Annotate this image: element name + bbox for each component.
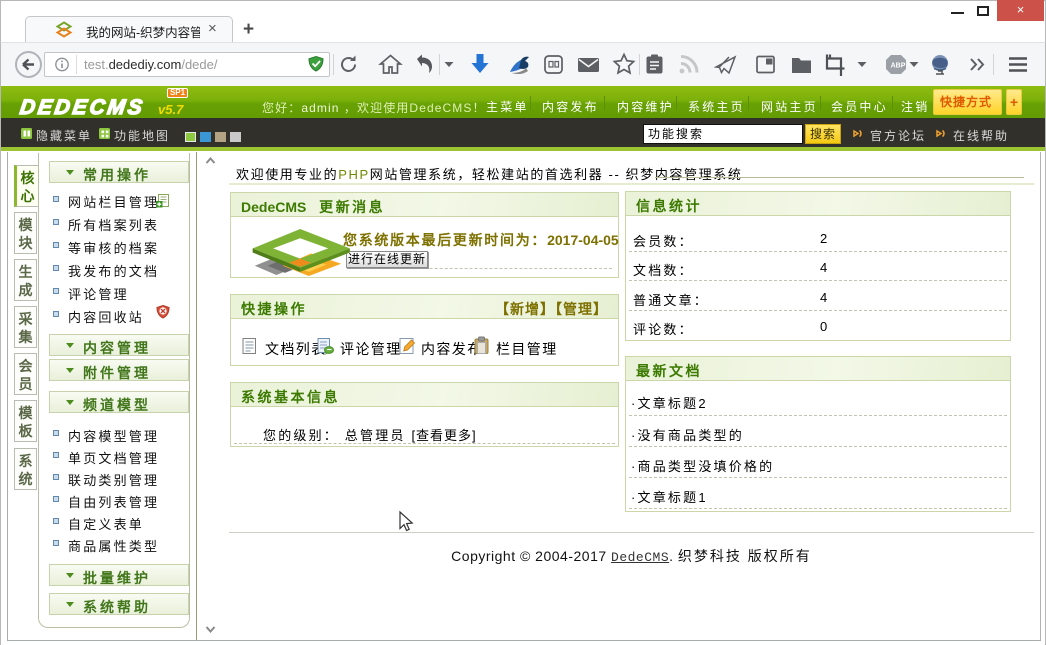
svg-text:ABP: ABP	[891, 63, 906, 70]
